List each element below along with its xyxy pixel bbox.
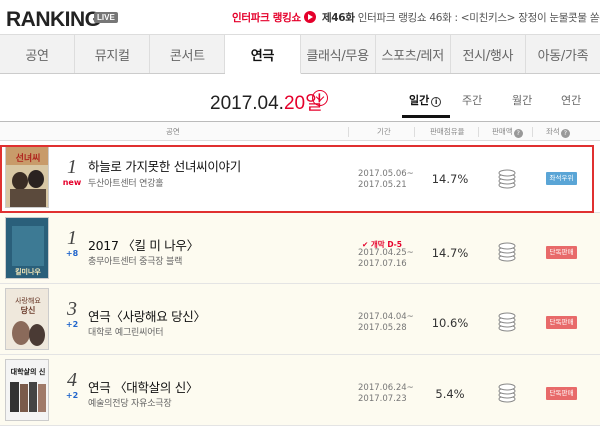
- show-venue: 두산아트센터 연강홀: [88, 179, 164, 189]
- coin-stack-icon[interactable]: [496, 311, 520, 333]
- promo-brand: 인터파크 랭킹쇼: [232, 12, 301, 24]
- show-venue: 대학로 예그린씨어터: [88, 328, 164, 338]
- seat-status-tag: 단독판매: [546, 387, 577, 400]
- date-start: 2017.06.24~: [358, 383, 414, 393]
- svg-text:대학살의 신: 대학살의 신: [11, 367, 46, 376]
- col-divider: [532, 127, 533, 137]
- tab-classic-dance[interactable]: 클래식/무용: [301, 35, 376, 73]
- show-dates: 2017.05.06~ 2017.05.21: [358, 169, 414, 191]
- show-title-link[interactable]: 연극 〈대학살의 신〉: [88, 377, 198, 396]
- svg-text:사랑해요: 사랑해요: [15, 296, 41, 305]
- col-divider: [348, 127, 349, 137]
- show-title-link[interactable]: 연극〈사랑해요 당신〉: [88, 306, 206, 325]
- play-icon[interactable]: [303, 11, 316, 23]
- table-row[interactable]: 선녀씨 1 new 하늘로 가지못한 선녀씨이야기 두산아트센터 연강홀 201…: [0, 142, 600, 213]
- date-end: 2017.07.16: [358, 259, 407, 269]
- date-end: 2017.05.28: [358, 323, 407, 333]
- poster-image[interactable]: 사랑해요 당신: [5, 288, 49, 350]
- period-daily-label: 일간: [409, 94, 430, 107]
- rank-number: 3: [67, 298, 77, 320]
- period-daily[interactable]: 일간 i: [409, 92, 442, 108]
- tab-exhibition-event[interactable]: 전시/행사: [451, 35, 526, 73]
- col-divider: [414, 127, 415, 137]
- sales-share: 10.6%: [431, 316, 469, 330]
- date-start: 2017.04.25~: [358, 248, 414, 258]
- period-monthly[interactable]: 월간: [512, 92, 532, 108]
- sales-share: 14.7%: [431, 246, 469, 260]
- info-icon[interactable]: i: [431, 97, 442, 107]
- date-end: 2017.07.23: [358, 394, 407, 404]
- seat-status-tag: 단독판매: [546, 246, 577, 259]
- active-period-underline: [402, 115, 450, 118]
- tab-musical[interactable]: 뮤지컬: [75, 35, 151, 73]
- table-row[interactable]: 킬미나우 1 +8 2017 〈킬 미 나우〉 충무아트센터 중극장 블랙 ✔ …: [0, 213, 600, 284]
- date-display: 2017.04.20일: [210, 88, 323, 115]
- col-share: 판매점유율: [430, 127, 465, 136]
- tab-kids-family[interactable]: 아동/가족: [526, 35, 600, 73]
- rank-change-badge: new: [62, 178, 82, 187]
- live-badge: LIVE: [94, 12, 118, 23]
- date-start: 2017.04.04~: [358, 312, 414, 322]
- chevron-down-icon[interactable]: [312, 90, 328, 106]
- sales-share: 5.4%: [435, 387, 465, 401]
- col-period: 기간: [377, 127, 391, 136]
- col-rating-label: 좌석: [546, 127, 560, 136]
- col-divider: [478, 127, 479, 137]
- coin-stack-icon[interactable]: [496, 168, 520, 190]
- genre-tabs: 공연 뮤지컬 콘서트 연극 클래식/무용 스포츠/레저 전시/행사 아동/가족: [0, 34, 600, 74]
- poster-image[interactable]: 선녀씨: [5, 146, 49, 208]
- seat-status-tag: 좌석우위: [546, 172, 577, 185]
- tab-concert[interactable]: 콘서트: [150, 35, 226, 73]
- tab-performance[interactable]: 공연: [0, 35, 76, 73]
- rank-number: 1: [67, 156, 77, 178]
- header: RANKING LIVE 인터파크 랭킹쇼 제46화 인터파크 랭킹쇼 46화 …: [0, 0, 600, 34]
- col-rating: 좌석?: [546, 126, 570, 138]
- period-weekly[interactable]: 주간: [462, 92, 482, 108]
- coin-stack-icon[interactable]: [496, 241, 520, 263]
- svg-text:선녀씨: 선녀씨: [16, 152, 41, 164]
- show-dates: 2017.04.04~ 2017.05.28: [358, 312, 414, 334]
- show-venue: 예술의전당 자유소극장: [88, 399, 172, 409]
- svg-text:킬미나우: 킬미나우: [15, 267, 41, 276]
- promo-episode: 제46화: [321, 12, 355, 24]
- show-dates: 2017.04.25~ 2017.07.16: [358, 248, 414, 270]
- seat-status-tag: 단독판매: [546, 316, 577, 329]
- date-prefix: 2017.04.: [210, 93, 284, 114]
- col-sale-trend: 판매액?: [492, 126, 523, 138]
- poster-image[interactable]: 대학살의 신: [5, 359, 49, 421]
- rank-number: 1: [67, 227, 77, 249]
- table-row[interactable]: 대학살의 신 4 +2 연극 〈대학살의 신〉 예술의전당 자유소극장 2017…: [0, 355, 600, 426]
- help-icon[interactable]: ?: [513, 129, 523, 138]
- promo-text: 인터파크 랭킹쇼 46화 : <미친키스> 장정이 눈물콧물 쏟은 사연: [357, 12, 600, 24]
- show-dates: 2017.06.24~ 2017.07.23: [358, 383, 414, 405]
- rank-change-badge: +2: [65, 391, 79, 400]
- show-title-link[interactable]: 2017 〈킬 미 나우〉: [88, 235, 199, 254]
- col-sale-trend-label: 판매액: [492, 127, 513, 136]
- coin-stack-icon[interactable]: [496, 382, 520, 404]
- svg-text:당신: 당신: [21, 305, 36, 315]
- tab-sports-leisure[interactable]: 스포츠/레저: [376, 35, 451, 73]
- col-show: 공연: [166, 127, 180, 136]
- poster-image[interactable]: 킬미나우: [5, 217, 49, 279]
- tab-play[interactable]: 연극: [225, 35, 301, 74]
- table-header: 공연 기간 판매점유율 판매액? 좌석?: [0, 121, 600, 141]
- date-end: 2017.05.21: [358, 180, 407, 190]
- show-title-link[interactable]: 하늘로 가지못한 선녀씨이야기: [88, 156, 241, 175]
- ranking-logo[interactable]: RANKING: [6, 8, 101, 32]
- promo-banner[interactable]: 인터파크 랭킹쇼 제46화 인터파크 랭킹쇼 46화 : <미친키스> 장정이 …: [232, 10, 600, 25]
- help-icon[interactable]: ?: [560, 129, 570, 138]
- period-tabs: 일간 i 주간 월간 연간: [400, 84, 600, 120]
- period-yearly[interactable]: 연간: [561, 92, 581, 108]
- rank-change-badge: +2: [65, 320, 79, 329]
- rank-number: 4: [67, 369, 77, 391]
- sales-share: 14.7%: [431, 172, 469, 186]
- rank-change-badge: +8: [65, 249, 79, 258]
- show-venue: 충무아트센터 중극장 블랙: [88, 257, 183, 267]
- table-row[interactable]: 사랑해요 당신 3 +2 연극〈사랑해요 당신〉 대학로 예그린씨어터 2017…: [0, 284, 600, 355]
- date-start: 2017.05.06~: [358, 169, 414, 179]
